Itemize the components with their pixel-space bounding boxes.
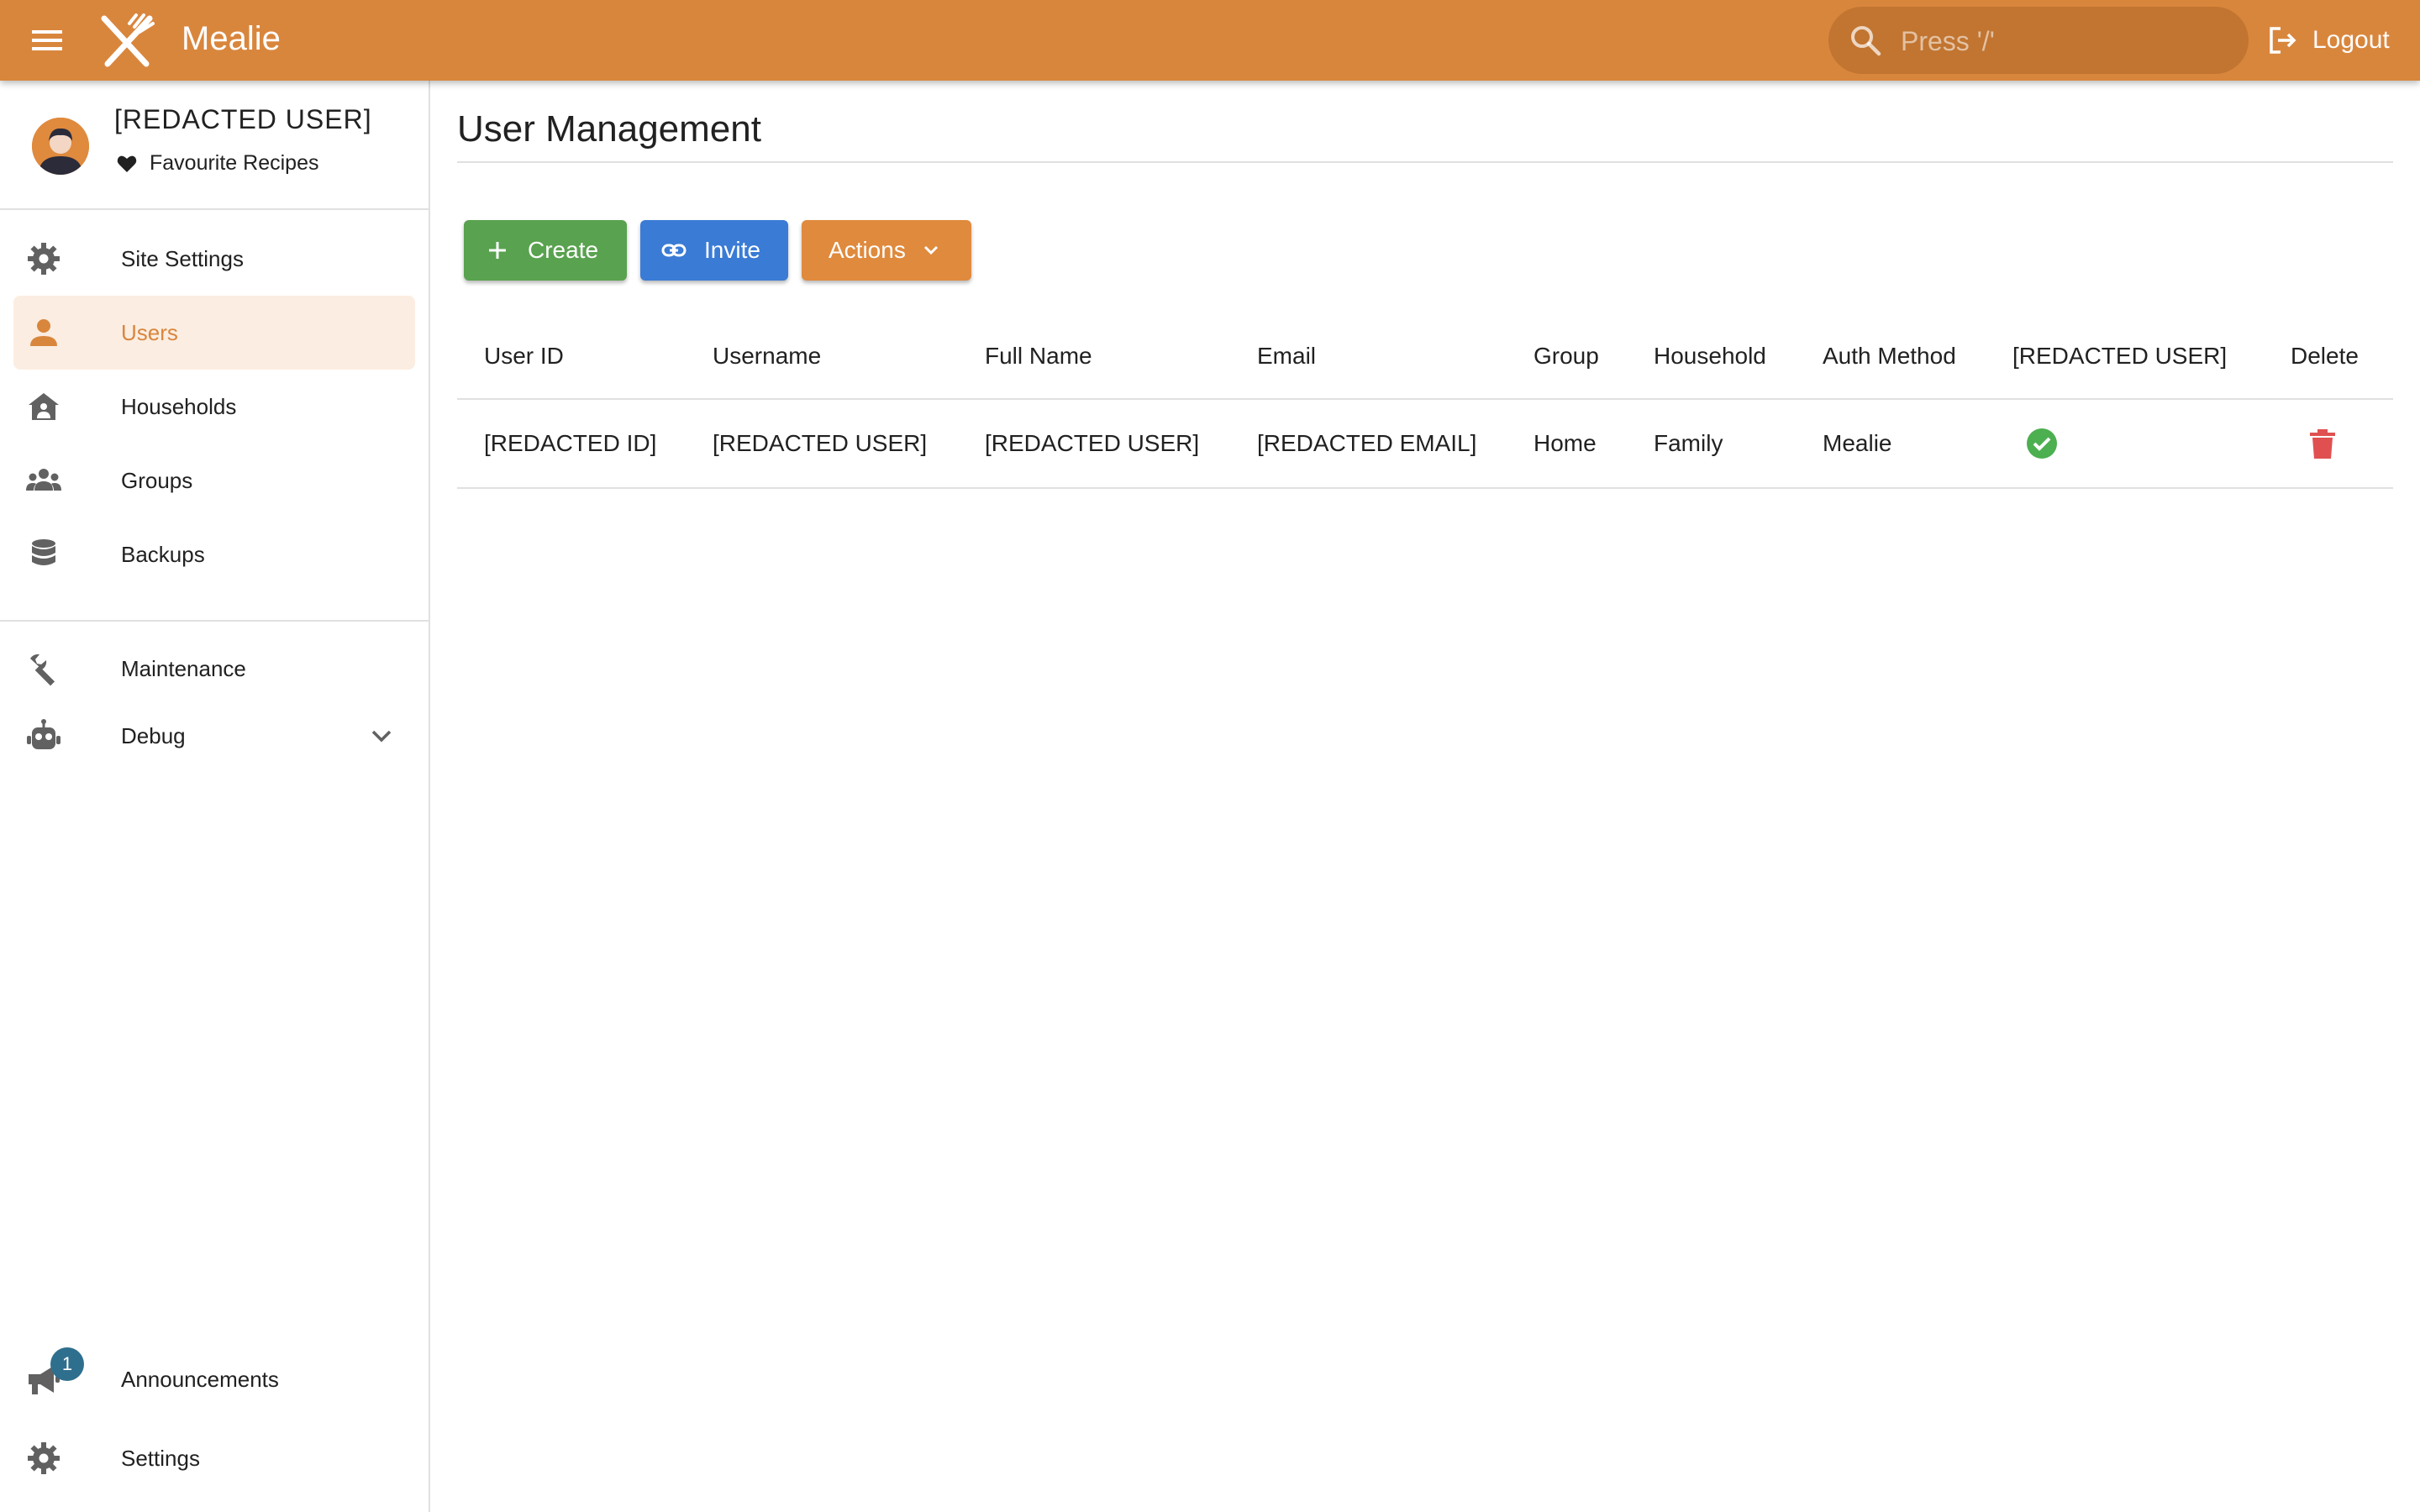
sidebar-item-label: Groups — [121, 467, 193, 493]
chevron-down-icon[interactable] — [366, 721, 397, 751]
table-row[interactable]: [REDACTED ID] [REDACTED USER] [REDACTED … — [457, 398, 2393, 489]
check-circle-icon — [2025, 427, 2059, 460]
sidebar-item-label: Users — [121, 319, 178, 345]
column-header-delete: Delete — [2291, 343, 2359, 369]
sidebar-item-groups[interactable]: Groups — [13, 444, 415, 517]
app-bar: Mealie Logout — [0, 0, 2420, 81]
create-button[interactable]: Create — [464, 220, 627, 281]
logout-icon — [2265, 24, 2299, 57]
invite-button[interactable]: Invite — [640, 220, 788, 281]
sidebar-item-label: Maintenance — [121, 655, 246, 681]
column-header-username[interactable]: Username — [713, 316, 821, 396]
sidebar-divider — [0, 620, 429, 622]
sidebar-item-backups[interactable]: Backups — [13, 517, 415, 591]
sidebar-item-label: Households — [121, 393, 237, 419]
actions-button-label: Actions — [829, 237, 906, 263]
search-icon — [1849, 24, 1882, 57]
sidebar-item-label: Settings — [121, 1445, 200, 1471]
menu-icon[interactable] — [24, 20, 71, 60]
sidebar-item-label: Backups — [121, 541, 205, 567]
heart-icon — [116, 153, 138, 175]
sidebar-item-label: Announcements — [121, 1366, 279, 1392]
cell-user-id: [REDACTED ID] — [484, 430, 657, 456]
favourite-recipes-link[interactable]: Favourite Recipes — [116, 151, 318, 176]
delete-icon[interactable] — [2306, 427, 2339, 460]
sidebar-item-site-settings[interactable]: Site Settings — [13, 222, 415, 296]
cell-auth-method: Mealie — [1823, 430, 1892, 456]
notification-badge: 1 — [50, 1347, 84, 1381]
sidebar-item-users[interactable]: Users — [13, 296, 415, 370]
title-divider — [457, 161, 2393, 163]
database-icon — [25, 536, 62, 573]
invite-button-label: Invite — [704, 237, 760, 263]
gear-icon — [25, 1440, 62, 1477]
cell-admin — [2025, 400, 2059, 487]
page-title: User Management — [457, 108, 761, 150]
sidebar-item-label: Site Settings — [121, 245, 244, 271]
avatar[interactable] — [32, 118, 89, 175]
sidebar-item-settings[interactable]: Settings — [13, 1421, 415, 1495]
gear-icon — [25, 240, 62, 277]
column-header-group[interactable]: Group — [1534, 316, 1599, 396]
home-group-icon — [25, 388, 62, 425]
sidebar-item-households[interactable]: Households — [13, 370, 415, 444]
create-button-label: Create — [528, 237, 599, 263]
column-header-user-id[interactable]: User ID — [484, 316, 564, 396]
sidebar-divider — [0, 208, 429, 210]
cell-household: Family — [1654, 430, 1723, 456]
column-header-household[interactable]: Household — [1654, 316, 1766, 396]
robot-icon — [25, 717, 62, 754]
account-group-icon — [25, 462, 62, 499]
column-header-auth-method[interactable]: Auth Method — [1823, 316, 1956, 396]
column-header-email[interactable]: Email — [1257, 316, 1316, 396]
cell-email: [REDACTED EMAIL] — [1257, 430, 1477, 456]
cell-full-name: [REDACTED USER] — [985, 430, 1200, 456]
search-box[interactable] — [1828, 7, 2249, 74]
app-title[interactable]: Mealie — [182, 18, 281, 59]
sidebar-item-debug[interactable]: Debug — [13, 699, 415, 773]
cell-delete — [2306, 400, 2339, 487]
cell-username: [REDACTED USER] — [713, 430, 928, 456]
sidebar-item-label: Debug — [121, 722, 186, 748]
column-header-admin[interactable]: [REDACTED USER] — [2012, 316, 2227, 396]
search-input[interactable] — [1899, 18, 2230, 64]
mealie-logo-icon[interactable] — [97, 12, 156, 69]
logout-button[interactable]: Logout — [2265, 20, 2390, 60]
column-header-full-name[interactable]: Full Name — [985, 316, 1092, 396]
sidebar: [REDACTED USER] Favourite Recipes Site S… — [0, 81, 430, 1512]
user-name: [REDACTED USER] — [114, 104, 372, 134]
plus-icon — [484, 237, 511, 264]
logout-label: Logout — [2312, 26, 2390, 54]
account-icon — [25, 314, 62, 351]
chevron-down-icon — [919, 239, 943, 262]
sidebar-item-maintenance[interactable]: Maintenance — [13, 632, 415, 706]
wrench-icon — [25, 650, 62, 687]
favourite-recipes-label: Favourite Recipes — [150, 151, 319, 175]
actions-menu-button[interactable]: Actions — [802, 220, 971, 281]
users-table-header: User ID Username Full Name Email Group H… — [457, 316, 2393, 396]
cell-group: Home — [1534, 430, 1597, 456]
sidebar-item-announcements[interactable]: 1 Announcements — [13, 1342, 415, 1416]
link-icon — [660, 237, 687, 264]
